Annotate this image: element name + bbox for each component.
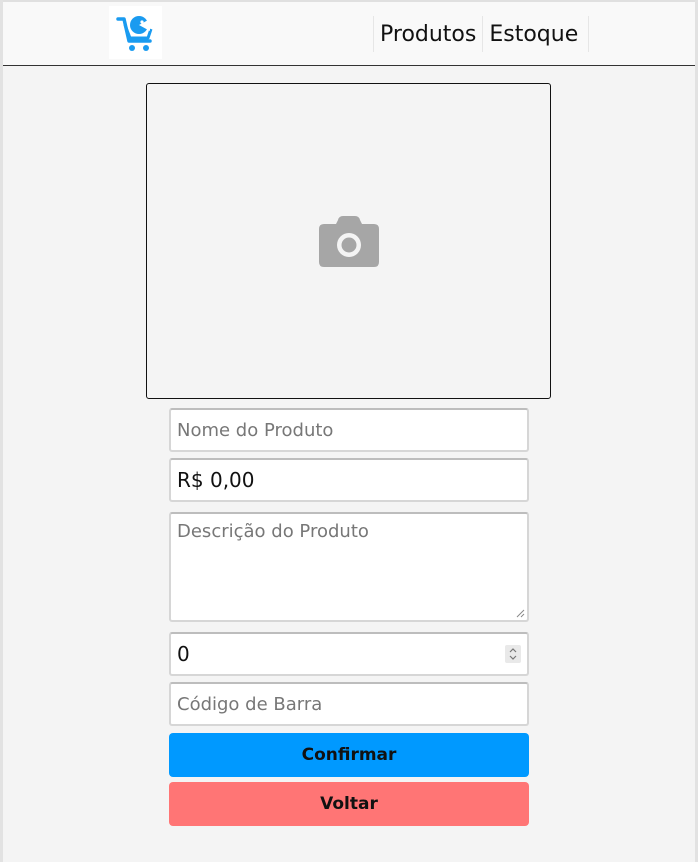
navbar: Produtos Estoque [3, 0, 695, 66]
logo[interactable] [109, 6, 162, 59]
description-textarea[interactable]: Descrição do Produto [169, 512, 529, 622]
barcode-placeholder: Código de Barra [177, 693, 323, 715]
quantity-stepper[interactable]: 0 [169, 632, 529, 676]
product-name-placeholder: Nome do Produto [177, 419, 334, 441]
price-input[interactable]: R$ 0,00 [169, 458, 529, 502]
product-image-upload[interactable] [146, 83, 551, 399]
shopping-cart-logo-icon [115, 15, 152, 51]
camera-icon [318, 216, 379, 267]
nav-link-estoque[interactable]: Estoque [482, 16, 590, 52]
back-button[interactable]: Voltar [169, 782, 529, 826]
nav-links: Produtos Estoque [373, 16, 590, 52]
spinner-arrows-icon[interactable] [505, 645, 521, 663]
nav-link-produtos[interactable]: Produtos [373, 16, 482, 52]
resize-grip-icon[interactable] [516, 609, 525, 618]
confirm-button[interactable]: Confirmar [169, 733, 529, 777]
page: Produtos Estoque Nome do Produto R$ 0,00… [0, 0, 698, 862]
quantity-value: 0 [177, 642, 190, 666]
product-name-input[interactable]: Nome do Produto [169, 408, 529, 452]
description-placeholder: Descrição do Produto [177, 521, 369, 542]
barcode-input[interactable]: Código de Barra [169, 682, 529, 726]
price-value: R$ 0,00 [177, 468, 255, 492]
